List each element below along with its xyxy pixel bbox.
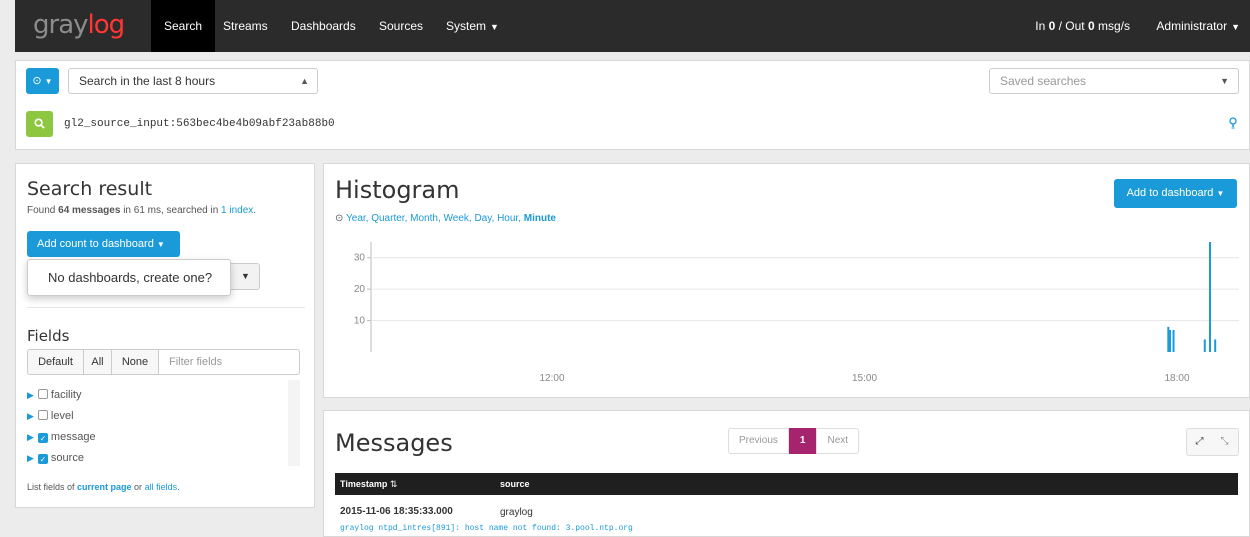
histogram-bar <box>1214 339 1217 352</box>
chevron-down-icon: ▼ <box>1220 76 1229 86</box>
x-tick-label: 12:00 <box>539 373 564 384</box>
lightbulb-icon[interactable] <box>1229 117 1239 131</box>
nav-dashboards[interactable]: Dashboards <box>278 0 369 52</box>
range-type-button[interactable]: ⊙ ▼ <box>26 68 59 94</box>
field-item-facility[interactable]: ▶ facility <box>27 385 81 405</box>
search-query-input[interactable]: gl2_source_input:563bec4be4b09abf23ab88b… <box>64 111 1214 137</box>
collapse-icon[interactable]: ⤡ <box>1212 429 1237 455</box>
field-item-level[interactable]: ▶ level <box>27 406 74 426</box>
nav-search[interactable]: Search <box>151 0 216 52</box>
nav-sources[interactable]: Sources <box>366 0 436 52</box>
throughput-indicator: In 0 / Out 0 msg/s <box>1035 19 1130 33</box>
search-result-title: Search result <box>27 178 153 200</box>
index-link[interactable]: 1 index <box>221 205 253 216</box>
histogram-chart: 10 20 30 12:00 15:00 18:00 <box>354 242 1239 384</box>
previous-page-button[interactable]: Previous <box>728 428 789 454</box>
field-checkbox-checked[interactable]: ✓ <box>37 433 48 443</box>
messages-table-header: Timestamp ⇅ source <box>335 473 1238 495</box>
histogram-panel: Histogram ⊙ Year, Quarter, Month, Week, … <box>323 163 1250 398</box>
caret-right-icon[interactable]: ▶ <box>27 411 34 421</box>
chevron-down-icon: ▼ <box>1231 22 1240 32</box>
saved-searches-select[interactable]: Saved searches ▼ <box>989 68 1239 94</box>
expand-icon[interactable]: ⤢ <box>1187 429 1212 455</box>
top-navbar: graylog Search Streams Dashboards Source… <box>15 0 1250 52</box>
nav-streams[interactable]: Streams <box>210 0 281 52</box>
user-menu[interactable]: Administrator ▼ <box>1156 0 1240 52</box>
search-bar-panel: ⊙ ▼ Search in the last 8 hours ▲ Saved se… <box>15 60 1250 150</box>
field-item-message[interactable]: ▶ ✓ message <box>27 427 96 447</box>
messages-panel: Messages Previous 1 Next ⤢ ⤡ Timestamp ⇅ so… <box>323 410 1250 537</box>
add-count-to-dashboard-button[interactable]: Add count to dashboard ▼ <box>27 231 180 257</box>
search-result-summary: Found 64 messages in 61 ms, searched in … <box>27 205 257 216</box>
field-checkbox-checked[interactable]: ✓ <box>37 454 48 464</box>
fields-default-button[interactable]: Default <box>27 349 84 375</box>
caret-right-icon[interactable]: ▶ <box>27 432 34 442</box>
current-page-link[interactable]: current page <box>77 482 132 492</box>
filter-fields-input[interactable]: Filter fields <box>158 349 300 375</box>
graylog-logo[interactable]: graylog <box>33 10 125 40</box>
message-source: graylog <box>500 507 533 518</box>
select-arrows-icon: ▲ <box>300 76 309 86</box>
x-tick-label: 15:00 <box>852 373 877 384</box>
chevron-down-icon: ▼ <box>241 271 250 281</box>
caret-right-icon[interactable]: ▶ <box>27 453 34 463</box>
histogram-bar <box>1169 330 1172 352</box>
column-source[interactable]: source <box>500 473 530 495</box>
message-text[interactable]: graylog ntpd_intres[891]: host name not … <box>340 524 633 533</box>
expand-collapse-buttons: ⤢ ⤡ <box>1186 428 1239 456</box>
search-result-sidebar: Search result Found 64 messages in 61 ms… <box>15 163 315 508</box>
nav-system[interactable]: System ▼ <box>433 0 512 52</box>
time-range-select[interactable]: Search in the last 8 hours ▲ <box>68 68 318 94</box>
histogram-bar <box>1167 326 1170 352</box>
divider <box>27 307 305 308</box>
histogram-bar <box>1208 242 1211 352</box>
fields-footer: List fields of current page or all field… <box>27 482 180 492</box>
y-tick-label: 30 <box>354 253 366 264</box>
field-item-source[interactable]: ▶ ✓ source <box>27 448 84 468</box>
chevron-down-icon: ▼ <box>490 22 499 32</box>
page-1-button[interactable]: 1 <box>788 428 817 454</box>
all-fields-link[interactable]: all fields <box>145 482 178 492</box>
field-checkbox[interactable] <box>37 389 48 399</box>
sort-icon[interactable]: ⇅ <box>390 479 398 489</box>
fields-scrollbar[interactable] <box>288 380 300 466</box>
messages-title: Messages <box>335 429 453 457</box>
fields-title: Fields <box>27 327 70 345</box>
histogram-bar <box>1172 330 1175 352</box>
field-checkbox[interactable] <box>37 410 48 420</box>
chevron-down-icon: ▼ <box>44 77 53 86</box>
caret-right-icon[interactable]: ▶ <box>27 390 34 400</box>
search-icon <box>34 118 45 129</box>
column-timestamp[interactable]: Timestamp ⇅ <box>340 473 397 495</box>
fields-all-button[interactable]: All <box>83 349 112 375</box>
chevron-down-icon: ▼ <box>156 240 165 249</box>
y-tick-label: 10 <box>354 316 366 327</box>
y-tick-label: 20 <box>354 284 366 295</box>
pagination: Previous 1 Next <box>728 428 860 454</box>
histogram-bar <box>1203 339 1206 352</box>
next-page-button[interactable]: Next <box>816 428 860 454</box>
x-tick-label: 18:00 <box>1164 373 1189 384</box>
dashboard-dropdown-menu-item[interactable]: No dashboards, create one? <box>27 259 231 296</box>
clock-icon: ⊙ <box>32 75 42 87</box>
fields-none-button[interactable]: None <box>111 349 159 375</box>
search-button[interactable] <box>26 111 53 137</box>
message-timestamp[interactable]: 2015-11-06 18:35:33.000 <box>340 506 453 517</box>
